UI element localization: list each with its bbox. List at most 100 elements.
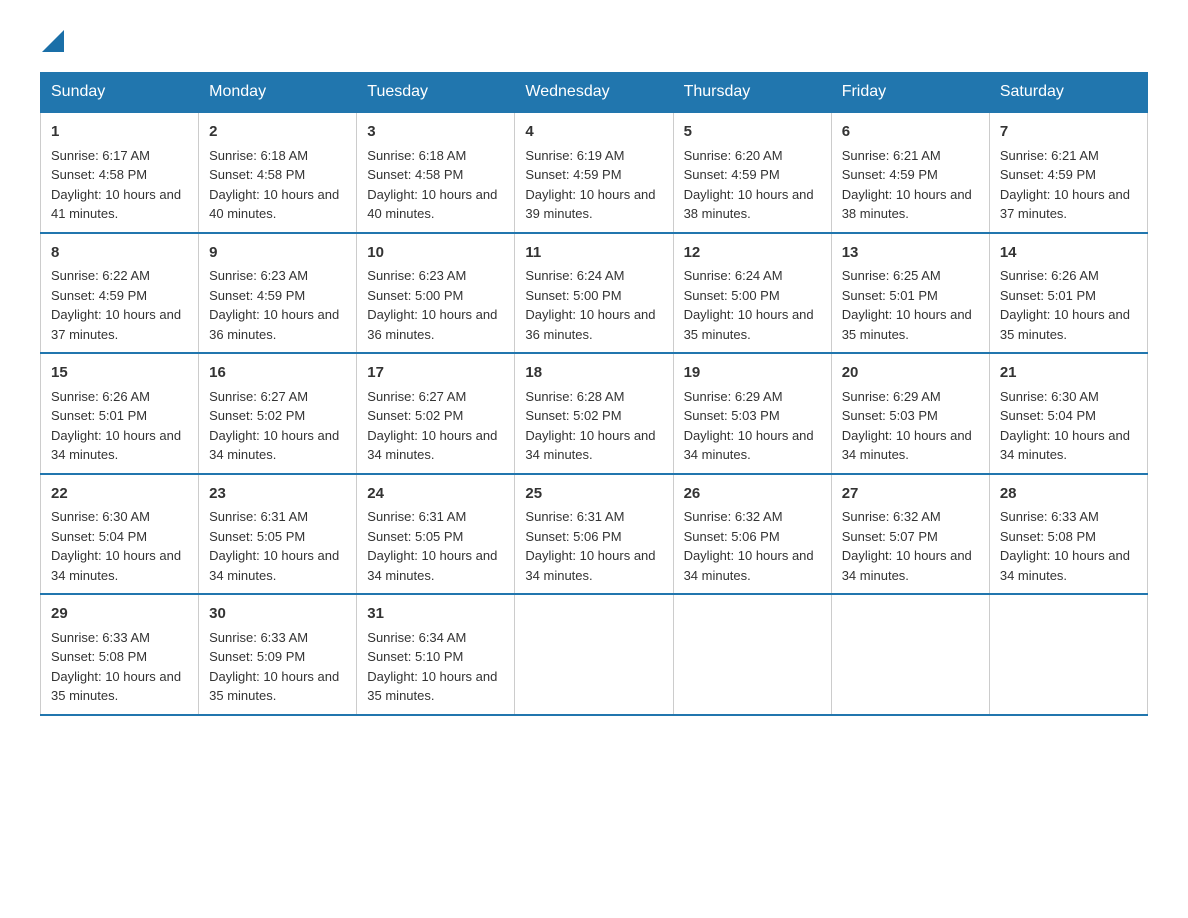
daylight-text: Daylight: 10 hours and 34 minutes. [525,428,655,463]
calendar-cell: 8Sunrise: 6:22 AMSunset: 4:59 PMDaylight… [41,233,199,354]
day-number: 10 [367,242,504,265]
sunset-text: Sunset: 5:02 PM [367,408,463,423]
calendar-cell: 28Sunrise: 6:33 AMSunset: 5:08 PMDayligh… [989,474,1147,595]
calendar-cell: 4 Sunrise: 6:19 AM Sunset: 4:59 PM Daylight… [515,112,673,233]
calendar-cell: 25Sunrise: 6:31 AMSunset: 5:06 PMDayligh… [515,474,673,595]
daylight-text: Daylight: 10 hours and 36 minutes. [525,307,655,342]
sunrise-text: Sunrise: 6:30 AM [1000,389,1099,404]
day-number: 27 [842,483,979,506]
daylight-text: Daylight: 10 hours and 34 minutes. [367,428,497,463]
sunset-text: Sunset: 5:01 PM [842,288,938,303]
calendar-cell: 17Sunrise: 6:27 AMSunset: 5:02 PMDayligh… [357,353,515,474]
calendar-cell: 29Sunrise: 6:33 AMSunset: 5:08 PMDayligh… [41,594,199,715]
day-header-sunday: Sunday [41,73,199,113]
day-number: 6 [842,121,979,144]
sunrise-text: Sunrise: 6:19 AM [525,148,624,163]
sunset-text: Sunset: 4:58 PM [367,167,463,182]
sunrise-text: Sunrise: 6:32 AM [842,509,941,524]
sunrise-text: Sunrise: 6:24 AM [525,268,624,283]
sunrise-text: Sunrise: 6:31 AM [525,509,624,524]
sunrise-text: Sunrise: 6:32 AM [684,509,783,524]
sunset-text: Sunset: 5:06 PM [525,529,621,544]
day-number: 25 [525,483,662,506]
daylight-text: Daylight: 10 hours and 34 minutes. [51,548,181,583]
daylight-text: Daylight: 10 hours and 39 minutes. [525,187,655,222]
sunset-text: Sunset: 5:03 PM [842,408,938,423]
calendar-cell [831,594,989,715]
daylight-text: Daylight: 10 hours and 40 minutes. [209,187,339,222]
daylight-text: Daylight: 10 hours and 40 minutes. [367,187,497,222]
day-header-friday: Friday [831,73,989,113]
day-number: 13 [842,242,979,265]
day-number: 2 [209,121,346,144]
daylight-text: Daylight: 10 hours and 34 minutes. [209,428,339,463]
sunrise-text: Sunrise: 6:33 AM [209,630,308,645]
week-row-2: 8Sunrise: 6:22 AMSunset: 4:59 PMDaylight… [41,233,1148,354]
sunset-text: Sunset: 4:59 PM [1000,167,1096,182]
week-row-1: 1Sunrise: 6:17 AMSunset: 4:58 PMDaylight… [41,112,1148,233]
day-number: 4 [525,121,662,144]
sunrise-text: Sunrise: 6:29 AM [842,389,941,404]
day-header-thursday: Thursday [673,73,831,113]
logo-triangle-icon [42,30,64,52]
sunrise-text: Sunrise: 6:30 AM [51,509,150,524]
day-number: 3 [367,121,504,144]
sunrise-text: Sunrise: 6:21 AM [1000,148,1099,163]
day-number: 7 [1000,121,1137,144]
calendar-cell: 15Sunrise: 6:26 AMSunset: 5:01 PMDayligh… [41,353,199,474]
page-header [40,30,1148,52]
daylight-text: Daylight: 10 hours and 35 minutes. [842,307,972,342]
sunrise-text: Sunrise: 6:24 AM [684,268,783,283]
day-number: 12 [684,242,821,265]
daylight-text: Daylight: 10 hours and 36 minutes. [209,307,339,342]
day-number: 20 [842,362,979,385]
calendar-cell: 31Sunrise: 6:34 AMSunset: 5:10 PMDayligh… [357,594,515,715]
calendar-cell: 12Sunrise: 6:24 AMSunset: 5:00 PMDayligh… [673,233,831,354]
calendar-cell: 20Sunrise: 6:29 AMSunset: 5:03 PMDayligh… [831,353,989,474]
daylight-text: Daylight: 10 hours and 35 minutes. [51,669,181,704]
header-row: SundayMondayTuesdayWednesdayThursdayFrid… [41,73,1148,113]
calendar-cell: 1Sunrise: 6:17 AMSunset: 4:58 PMDaylight… [41,112,199,233]
day-number: 11 [525,242,662,265]
daylight-text: Daylight: 10 hours and 36 minutes. [367,307,497,342]
daylight-text: Daylight: 10 hours and 34 minutes. [684,548,814,583]
sunset-text: Sunset: 4:58 PM [51,167,147,182]
day-number: 26 [684,483,821,506]
calendar-cell: 3Sunrise: 6:18 AMSunset: 4:58 PMDaylight… [357,112,515,233]
day-number: 14 [1000,242,1137,265]
day-number: 17 [367,362,504,385]
day-number: 21 [1000,362,1137,385]
calendar-cell: 16Sunrise: 6:27 AMSunset: 5:02 PMDayligh… [199,353,357,474]
calendar-cell: 6Sunrise: 6:21 AMSunset: 4:59 PMDaylight… [831,112,989,233]
sunset-text: Sunset: 4:59 PM [684,167,780,182]
daylight-text: Daylight: 10 hours and 34 minutes. [51,428,181,463]
calendar-cell: 13Sunrise: 6:25 AMSunset: 5:01 PMDayligh… [831,233,989,354]
sunrise-text: Sunrise: 6:23 AM [209,268,308,283]
daylight-text: Daylight: 10 hours and 35 minutes. [1000,307,1130,342]
sunrise-text: Sunrise: 6:31 AM [367,509,466,524]
day-header-wednesday: Wednesday [515,73,673,113]
day-number: 29 [51,603,188,626]
sunset-text: Sunset: 5:04 PM [1000,408,1096,423]
calendar-table: SundayMondayTuesdayWednesdayThursdayFrid… [40,72,1148,716]
sunrise-text: Sunrise: 6:18 AM [209,148,308,163]
day-number: 9 [209,242,346,265]
sunset-text: Sunset: 5:04 PM [51,529,147,544]
week-row-5: 29 Sunrise: 6:33 AM Sunset: 5:08 PM Dayligh… [41,594,1148,715]
sunrise-text: Sunrise: 6:20 AM [684,148,783,163]
calendar-cell: 26 Sunrise: 6:32 AM Sunset: 5:06 PM Dayligh… [673,474,831,595]
sunset-text: Sunset: 5:06 PM [684,529,780,544]
sunset-text: Sunset: 5:08 PM [51,649,147,664]
day-number: 16 [209,362,346,385]
sunrise-text: Sunrise: 6:29 AM [684,389,783,404]
day-number: 1 [51,121,188,144]
logo [40,30,64,52]
sunset-text: Sunset: 5:02 PM [525,408,621,423]
sunrise-text: Sunrise: 6:27 AM [209,389,308,404]
sunset-text: Sunset: 4:59 PM [51,288,147,303]
calendar-cell: 24Sunrise: 6:31 AMSunset: 5:05 PMDayligh… [357,474,515,595]
sunset-text: Sunset: 4:59 PM [209,288,305,303]
daylight-text: Daylight: 10 hours and 34 minutes. [684,428,814,463]
sunset-text: Sunset: 4:59 PM [525,167,621,182]
day-header-monday: Monday [199,73,357,113]
